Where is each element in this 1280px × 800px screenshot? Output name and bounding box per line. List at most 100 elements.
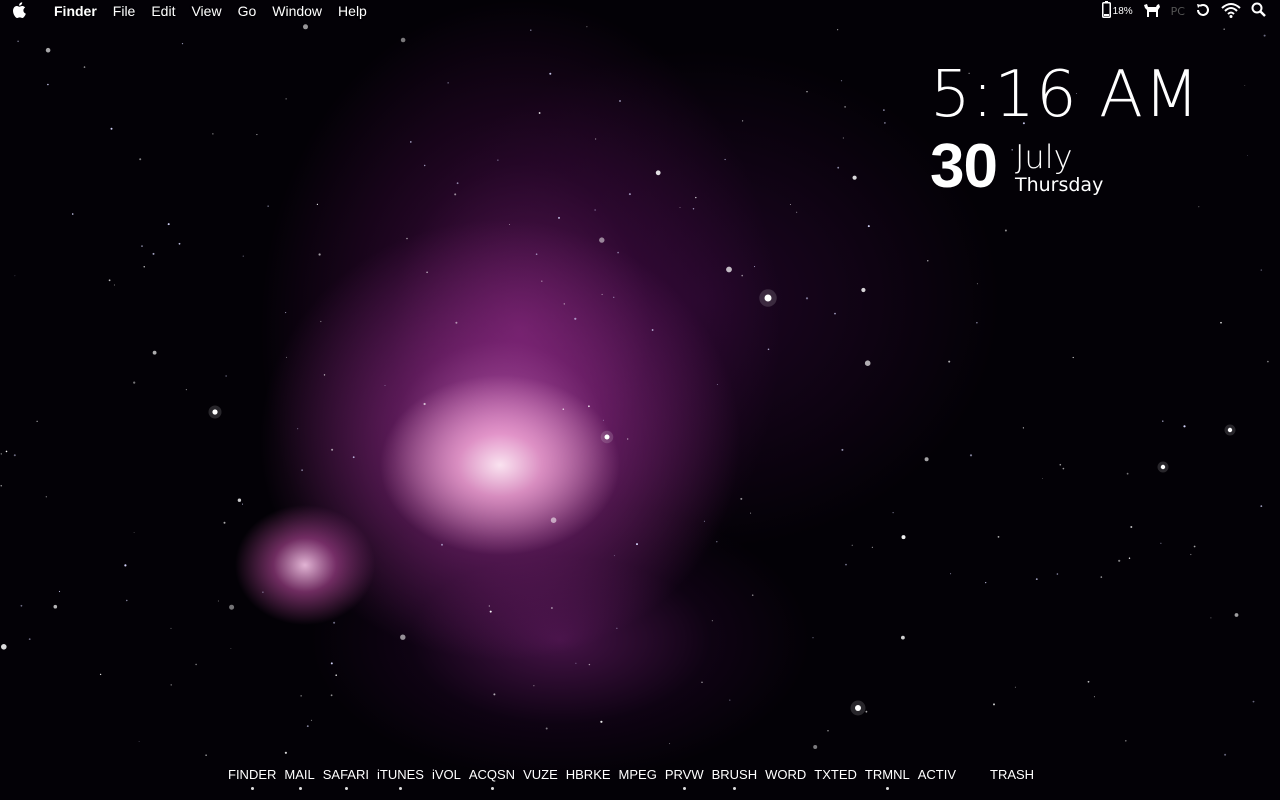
star	[229, 604, 235, 610]
star	[143, 266, 145, 268]
star	[1093, 696, 1095, 698]
star	[71, 213, 74, 215]
star	[628, 193, 631, 196]
star	[113, 284, 115, 286]
desktop[interactable]: Finder File Edit View Go Window Help 18%	[0, 0, 1280, 800]
star	[237, 498, 242, 502]
dock-item-label: MPEG	[618, 767, 657, 782]
menu-view[interactable]: View	[183, 0, 229, 22]
star	[594, 209, 596, 211]
star	[740, 497, 743, 500]
star	[306, 725, 309, 727]
running-indicator	[298, 787, 302, 790]
apple-logo-icon	[12, 1, 26, 21]
star	[716, 384, 718, 385]
star	[948, 360, 951, 363]
star	[538, 112, 541, 114]
star	[884, 122, 886, 124]
menu-edit[interactable]: Edit	[143, 0, 183, 22]
battery-status[interactable]: 18%	[1101, 0, 1133, 22]
dock-item-itunes[interactable]: iTUNES	[373, 764, 428, 792]
running-indicator	[399, 787, 403, 790]
wifi-menu[interactable]	[1221, 0, 1241, 22]
spotlight-button[interactable]	[1251, 0, 1266, 22]
star	[969, 454, 973, 457]
battery-percent: 18%	[1112, 5, 1133, 17]
apple-menu-button[interactable]	[0, 0, 38, 22]
star	[1126, 472, 1129, 475]
star	[1118, 559, 1121, 562]
dock-item-trmnl[interactable]: TRMNL	[861, 764, 914, 792]
dock-item-acqsn[interactable]: ACQSN	[465, 764, 519, 792]
dock-item-trash[interactable]: TRASH	[986, 764, 1038, 792]
star	[83, 66, 86, 68]
pc-icon: PC	[1170, 4, 1185, 18]
star	[333, 621, 336, 624]
star	[1220, 321, 1222, 324]
star	[541, 280, 543, 282]
dock-item-vuze[interactable]: VUZE	[519, 764, 562, 792]
star	[558, 216, 560, 219]
star	[262, 591, 264, 593]
star	[701, 681, 703, 683]
star	[310, 719, 313, 722]
dock-item-mail[interactable]: MAIL	[280, 764, 318, 792]
star	[230, 648, 232, 649]
menu-window[interactable]: Window	[264, 0, 330, 22]
dock-item-label: iTUNES	[376, 767, 424, 782]
dock-item-brush[interactable]: BRUSH	[708, 764, 762, 792]
dog-menu-extra[interactable]	[1143, 0, 1161, 22]
dock-item-prvw[interactable]: PRVW	[661, 764, 708, 792]
spotlight-icon	[1251, 2, 1266, 20]
dock-item-activ[interactable]: ACTIV	[914, 764, 960, 792]
star	[320, 320, 322, 323]
star	[601, 293, 603, 295]
star	[217, 600, 219, 602]
star	[1128, 557, 1131, 559]
star	[225, 375, 227, 377]
star	[550, 517, 557, 523]
dock-item-txted[interactable]: TXTED	[810, 764, 861, 792]
dock-item-ivol[interactable]: iVOL	[428, 764, 465, 792]
star	[871, 546, 874, 548]
star	[1072, 356, 1074, 359]
menu-bar: Finder File Edit View Go Window Help 18%	[0, 0, 1280, 22]
dock-item-label: SAFARI	[322, 767, 369, 782]
dock-item-safari[interactable]: SAFARI	[319, 764, 373, 792]
star	[812, 637, 814, 639]
star	[1022, 427, 1024, 429]
clock-weekday: Thursday	[1014, 174, 1104, 196]
star	[845, 563, 847, 566]
star	[636, 543, 638, 546]
star	[493, 693, 496, 696]
star	[53, 604, 58, 609]
time-machine-menu[interactable]	[1195, 0, 1211, 22]
star	[108, 279, 111, 282]
star	[549, 72, 552, 75]
menu-file[interactable]: File	[105, 0, 144, 22]
star	[852, 175, 857, 180]
pc-menu-extra[interactable]: PC	[1171, 0, 1185, 22]
star	[575, 662, 577, 664]
menu-app-finder[interactable]: Finder	[38, 0, 105, 22]
dock-item-label: TRMNL	[864, 767, 910, 782]
star	[619, 100, 621, 102]
star	[447, 82, 449, 84]
star	[170, 627, 172, 629]
star	[1223, 28, 1225, 31]
dock-item-hbrke[interactable]: HBRKE	[562, 764, 615, 792]
star	[837, 29, 839, 31]
star	[138, 741, 140, 742]
star	[400, 37, 406, 43]
menu-help[interactable]: Help	[330, 0, 375, 22]
star	[834, 312, 836, 315]
star	[45, 496, 47, 498]
star	[750, 512, 752, 514]
dock-item-mpeg[interactable]: MPEG	[615, 764, 661, 792]
dock-item-finder[interactable]: FINDER	[224, 764, 280, 792]
star	[423, 402, 426, 406]
clock-time: 5:16 AM	[930, 58, 1201, 132]
menu-go[interactable]: Go	[230, 0, 265, 22]
dock-item-word[interactable]: WORD	[761, 764, 810, 792]
star	[805, 297, 809, 300]
